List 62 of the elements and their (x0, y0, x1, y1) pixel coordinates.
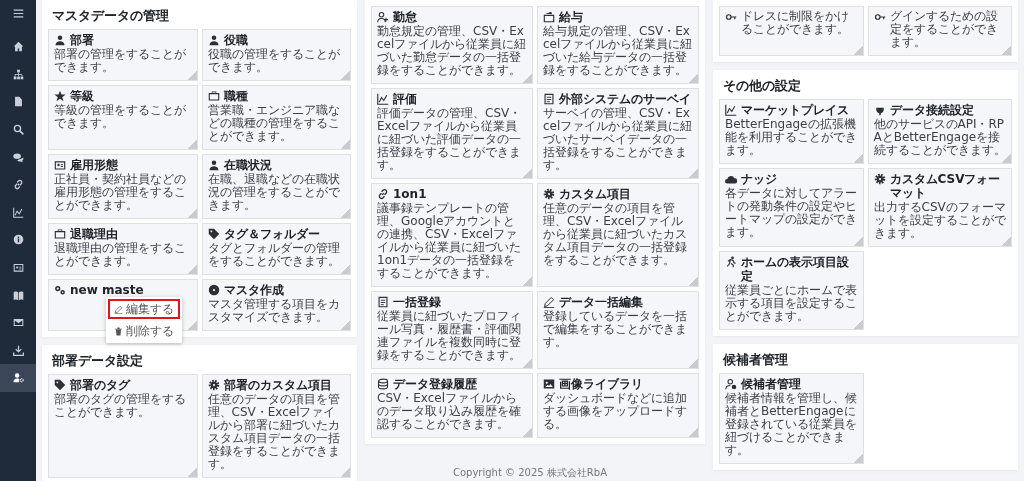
section-title: 部署データ設定 (52, 352, 144, 369)
card-description: 評価データの管理、CSV・Excelファイルから従業員に紐づいた評価データの一括登録をすることができます。 (377, 107, 523, 172)
card-description: 任意のデータの項目を管理、CSV・Excelファイルから従業員に紐づいたカスタム項目データの一括登録をすることができます。 (543, 202, 688, 267)
card-title: 在職状況 (223, 158, 272, 172)
card-description: 等級の管理をすることができます。 (54, 104, 187, 130)
card-description: 候補者情報を管理し、候補者とBetterEngageに登録されている従業員を紐づけることができます。 (725, 392, 858, 457)
card-description: 退職理由の管理をすることができます。 (54, 242, 187, 268)
card-title: ナッジ (741, 172, 777, 186)
card-description: 部署の管理をすることができます。 (54, 48, 187, 74)
card-description: 登録しているデータを一括で編集をすることができます。 (543, 310, 688, 349)
card-title: 勤怠 (393, 10, 417, 24)
card-title: データ一括編集 (559, 295, 643, 309)
card-title: マスタ作成 (223, 283, 284, 297)
card-description: 任意のデータの項目を管理、CSV・Excelファイルから部署に紐づいたカスタム項目データの一括登録をすることができます。 (207, 393, 341, 471)
card-description: 他のサービスのAPI・RPAとBetterEngageを接続することができます。 (873, 118, 1006, 157)
copyright-text: Copyright © 2025 株式会社RbA (453, 467, 607, 480)
card-title: 1on1 (393, 187, 427, 201)
card-description: 役職の管理をすることができます。 (207, 48, 341, 74)
card-title: 部署のカスタム項目 (223, 378, 332, 392)
card-description: グインするための設定をすることができます。 (889, 10, 999, 49)
card-description: 給与規定の管理、CSV・Excelファイルから従業員に紐づいた給与データの一括登録をすることができます。 (543, 25, 693, 77)
card-description: CSV・Excelファイルからのデータ取り込み履歴を確認することができます。 (377, 392, 522, 431)
card-description: サーベイの管理、CSV・Excelファイルから従業員に紐づいたサーベイデータの一括登録をすることができます。 (543, 107, 693, 172)
card-title: 退職理由 (70, 227, 118, 241)
card-description: BetterEngageの拡張機能を利用することができます。 (725, 118, 858, 157)
card-title: 一括登録 (393, 295, 441, 309)
card-title: データ登録履歴 (393, 377, 477, 391)
card-title: 雇用形態 (70, 158, 118, 172)
card-title: 役職 (223, 33, 248, 47)
card-description: 従業員ごとにホームで表示する項目を設定することができます。 (725, 284, 858, 323)
card-title: マーケットプレイス (741, 103, 849, 117)
card-description: 従業員に紐づいたプロフィール写真・履歴書・評価関連ファイルを複数同時に登録をすることができます。 (377, 310, 522, 362)
card-description: ドレスに制限をかけることができます。 (741, 10, 850, 36)
card-description: 議事録テンプレートの管理、Googleアカウントとの連携、CSV・Excelファイルから従業員に紐づいた1on1データの一括登録をすることができます。 (377, 202, 522, 280)
card-description: 出力するCSVのフォーマットを設定することができます。 (873, 201, 1006, 240)
card-description: 各データに対してアラートの発動条件の設定やヒートマップの設定ができます。 (725, 187, 858, 239)
card-title: 評価 (393, 92, 417, 106)
card-description: タグとフォルダーの管理をすることができます。 (207, 242, 341, 268)
card-description: 正社員・契約社員などの雇用形態の管理をすることができます。 (54, 173, 187, 212)
card-title: カスタム項目 (559, 187, 631, 201)
card-description: 営業職・エンジニア職などの職種の管理をすることができます。 (207, 104, 341, 143)
card-title: カスタムCSVフォーマット (889, 172, 1002, 200)
card-description: マスタ管理する項目をカスタマイズできます。 (207, 298, 341, 324)
card-title: 部署 (70, 33, 94, 47)
card-title: ホームの表示項目設定 (741, 255, 850, 283)
section-title: マスタデータの管理 (52, 7, 170, 24)
card-description: 勤怠規定の管理、CSV・Excelファイルから従業員に紐づいた勤怠データの一括登録をすることができます。 (377, 25, 527, 77)
card-description: 在職、退職などの在職状況の管理をすることができます。 (207, 173, 341, 212)
card-description: ダッシュボードなどに追加する画像をアップロードする。 (543, 392, 688, 431)
card-title: タグ＆フォルダー (223, 227, 320, 241)
card-title: 給与 (559, 10, 583, 24)
section-title: その他の設定 (723, 77, 802, 94)
card-title: 等級 (70, 89, 94, 103)
card-description: 部署のタグの管理をすることができます。 (54, 393, 187, 419)
card-title: 部署のタグ (70, 378, 130, 392)
card-title: 職種 (223, 89, 248, 103)
card-title: データ接続設定 (889, 103, 974, 117)
section-title: 候補者管理 (723, 351, 789, 368)
card-title: new maste (70, 283, 144, 297)
card-title: 画像ライブラリ (559, 377, 643, 391)
card-title: 候補者管理 (741, 377, 801, 391)
card-title: 外部システムのサーベイ (559, 92, 691, 106)
